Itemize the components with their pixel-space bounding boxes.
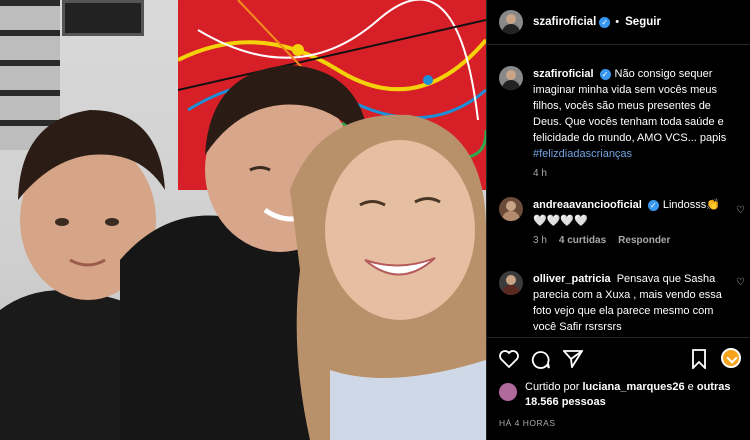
caption-time[interactable]: 4 h (533, 168, 547, 179)
comment-item: andreaavanciooficial ✓ Lindosss👏 🤍🤍🤍🤍 3 h4… (499, 197, 747, 246)
comment-author[interactable]: olliver_patricia (533, 273, 611, 285)
liker-avatar[interactable] (499, 383, 517, 401)
verified-badge-icon: ✓ (599, 16, 611, 28)
commenter-avatar[interactable] (499, 197, 523, 221)
comment-text: andreaavanciooficial ✓ Lindosss👏 🤍🤍🤍🤍 (533, 197, 729, 229)
likes-text: Curtido por luciana_marques26 e outras 1… (525, 380, 747, 410)
caption: szafiroficial ✓ Não consigo sequer imagina… (499, 66, 747, 179)
verified-badge-icon: ✓ (599, 68, 611, 80)
caption-meta: 4 h (533, 168, 729, 179)
comment-meta: 3 h 4 curtidas Responder (533, 235, 729, 246)
comment-text: olliver_patricia Pensava que Sasha parec… (533, 271, 729, 335)
likes-summary: Curtido por luciana_marques26 e outras 1… (499, 380, 747, 410)
paper-plane-icon[interactable] (563, 350, 583, 368)
caption-text: szafiroficial ✓ Não consigo sequer imagina… (533, 66, 729, 162)
reply-button[interactable]: Responder (618, 235, 670, 246)
caption-author[interactable]: szafiroficial (533, 68, 594, 80)
comment-author[interactable]: andreaavanciooficial (533, 199, 642, 211)
comment-likes[interactable]: 4 curtidas (559, 235, 606, 246)
post-header: szafiroficial ✓ • Seguir (487, 0, 750, 45)
liker-username[interactable]: luciana_marques26 (582, 381, 684, 393)
photo-frame (62, 0, 144, 36)
post-time-ago[interactable]: HÁ 4 HORAS (499, 418, 556, 428)
download-badge-icon[interactable] (721, 348, 741, 368)
header-separator: • (615, 16, 620, 28)
comment-time[interactable]: 3 h (533, 235, 547, 246)
follow-button[interactable]: Seguir (625, 16, 661, 28)
caption-author-avatar[interactable] (499, 66, 523, 90)
post-details-panel: szafiroficial ✓ • Seguir szafiroficial ✓ N… (486, 0, 750, 440)
bookmark-icon[interactable] (691, 349, 707, 369)
action-bar (487, 337, 750, 378)
commenter-avatar[interactable] (499, 271, 523, 295)
likes-conj: e (687, 381, 694, 393)
author-username[interactable]: szafiroficial (533, 16, 596, 28)
comment-item: olliver_patricia Pensava que Sasha parec… (499, 271, 747, 335)
photo-mother (290, 114, 486, 440)
post-photo[interactable] (0, 0, 486, 440)
caption-hashtag[interactable]: #felizdiadascrianças (533, 148, 632, 160)
comment-like-heart-icon[interactable]: ♡ (736, 205, 745, 216)
comments-list[interactable]: szafiroficial ✓ Não consigo sequer imagina… (487, 45, 750, 337)
verified-badge-icon: ✓ (647, 199, 659, 211)
heart-icon[interactable] (499, 350, 519, 368)
likes-prefix: Curtido por (525, 381, 580, 393)
comment-icon[interactable] (531, 350, 551, 370)
author-avatar[interactable] (499, 10, 523, 34)
comment-like-heart-icon[interactable]: ♡ (736, 277, 745, 288)
